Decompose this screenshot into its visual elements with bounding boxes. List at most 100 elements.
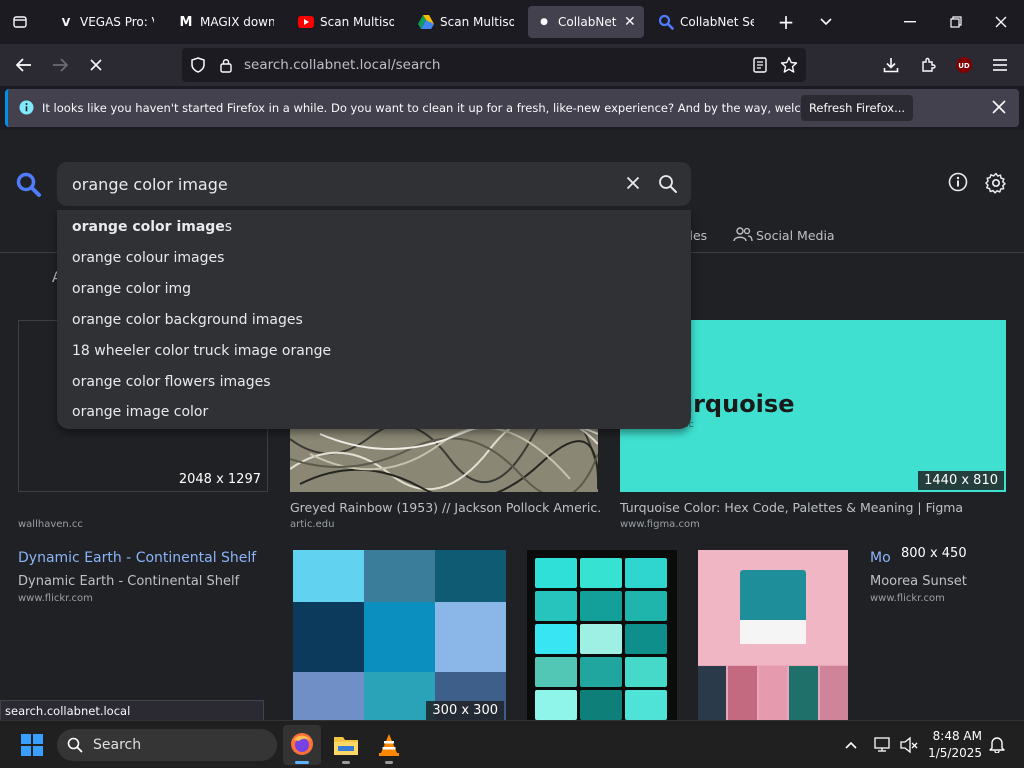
search-suggestions-dropdown: orange color images orange colour images… [57,210,691,429]
tab-label: CollabNet Sea [680,15,754,29]
drive-icon [418,14,434,30]
navigation-toolbar: search.collabnet.local/search UD [0,44,1024,86]
taskbar-search-box[interactable]: Search [57,729,277,761]
color-card [625,657,667,687]
result-source[interactable]: artic.edu [290,519,334,530]
color-card [580,624,622,654]
firefox-taskbar-button[interactable] [283,725,321,765]
suggestion-item[interactable]: orange colour images [72,250,224,266]
tab-magix[interactable]: M MAGIX downl [170,6,282,38]
new-tab-button[interactable]: + [772,8,800,36]
collabnet-logo-icon[interactable] [16,172,42,202]
back-button[interactable] [10,51,38,79]
result-title[interactable]: Greyed Rainbow (1953) // Jackson Pollock… [290,500,600,515]
clock-date[interactable]: 1/5/2025 [928,746,982,760]
file-explorer-taskbar-button[interactable] [328,725,364,765]
bookmark-star-icon[interactable] [780,56,798,78]
forward-button[interactable] [46,51,74,79]
close-tab-icon[interactable]: ✕ [624,14,636,30]
minimize-button[interactable] [896,8,924,36]
color-swatch [293,602,364,672]
show-hidden-icons-chevron-icon[interactable] [844,739,858,754]
site-permissions-icon[interactable] [218,57,234,77]
tab-overview-icon[interactable] [6,8,34,36]
search-icon [67,737,83,757]
color-card [535,558,577,588]
result-image-6[interactable] [527,550,677,720]
refresh-firefox-button[interactable]: Refresh Firefox... [801,95,913,121]
image-dimensions: 1440 x 810 [918,471,1004,490]
tab-collabnet-active[interactable]: ● CollabNet S ✕ [528,6,644,38]
settings-gear-icon[interactable] [985,172,1007,198]
close-notification-icon[interactable] [992,100,1006,118]
folder-icon [333,734,359,760]
result-link[interactable]: Dynamic Earth - Continental Shelf [18,550,256,566]
search-submit-icon[interactable] [658,174,678,198]
color-swatch [435,602,506,672]
ublock-origin-icon[interactable]: UD [950,51,978,79]
tab-label: CollabNet S [558,15,618,29]
color-swatch [364,550,435,602]
status-url-panel: search.collabnet.local [0,700,264,721]
suggestion-item[interactable]: orange image color [72,404,208,420]
tab-bar: V VEGAS Pro: Vi M MAGIX downl Scan Multi… [0,0,1024,44]
suggestion-item[interactable]: orange color img [72,281,191,297]
clock-time[interactable]: 8:48 AM [928,729,982,743]
suggestion-rest-part: s [224,219,233,235]
social-media-icon [733,226,753,246]
maximize-button[interactable] [942,8,970,36]
notification-text: It looks like you haven't started Firefo… [42,101,862,115]
network-icon[interactable] [874,735,892,757]
magix-icon: M [179,14,193,30]
search-input[interactable]: orange color image [72,175,228,194]
info-circle-icon[interactable] [948,172,968,196]
search-box[interactable]: orange color image [57,162,691,206]
color-swatch [435,550,506,602]
tab-scan-drive[interactable]: Scan Multisou [410,6,522,38]
stop-loading-button[interactable] [82,51,110,79]
url-bar[interactable]: search.collabnet.local/search [182,48,806,82]
tracking-protection-icon[interactable] [190,57,206,77]
color-card [580,690,622,720]
result-image-2[interactable] [290,429,598,492]
clear-search-icon[interactable] [626,176,640,194]
app-menu-icon[interactable] [986,51,1014,79]
color-card [625,690,667,720]
filter-tab-social-media[interactable]: Social Media [756,228,835,243]
color-card [535,690,577,720]
notification-bar: It looks like you haven't started Firefo… [5,89,1019,127]
suggestion-item[interactable]: orange color background images [72,312,303,328]
url-text[interactable]: search.collabnet.local/search [244,57,440,73]
suggestion-item[interactable]: orange color images [72,219,232,235]
tab-label: MAGIX downl [200,15,274,29]
suggestion-item[interactable]: orange color flowers images [72,374,271,390]
volume-muted-icon[interactable] [900,736,918,758]
result-image-5[interactable]: 300 x 300 [293,550,506,720]
tab-label: Scan Multisou [440,15,514,29]
image-dimensions: 300 x 300 [426,701,504,720]
result-source[interactable]: wallhaven.cc [18,519,83,530]
tab-collabnet-search[interactable]: CollabNet Sea [650,6,762,38]
result-source[interactable]: www.figma.com [620,519,700,530]
tab-scan-youtube[interactable]: Scan Multisou [290,6,402,38]
result-title[interactable]: Moorea Sunset [870,574,1010,589]
result-source[interactable]: www.flickr.com [870,593,945,604]
notification-bell-icon[interactable] [988,735,1006,757]
color-card [625,591,667,621]
vlc-taskbar-button[interactable] [371,725,407,765]
close-window-button[interactable] [987,8,1015,36]
result-source[interactable]: www.flickr.com [18,593,93,604]
result-link[interactable]: Mo [870,550,891,566]
reader-view-icon[interactable] [753,57,767,77]
downloads-icon[interactable] [877,51,905,79]
result-title[interactable]: Turquoise Color: Hex Code, Palettes & Me… [620,500,1000,515]
suggestion-item[interactable]: 18 wheeler color truck image orange [72,343,331,359]
windows-start-icon[interactable] [21,734,43,760]
color-swatch [293,550,364,602]
extensions-icon[interactable] [914,51,942,79]
list-tabs-icon[interactable] [812,8,840,36]
result-image-7[interactable] [698,550,848,720]
color-card [625,558,667,588]
result-title[interactable]: Dynamic Earth - Continental Shelf [18,574,258,589]
tab-vegas[interactable]: V VEGAS Pro: Vi [50,6,162,38]
